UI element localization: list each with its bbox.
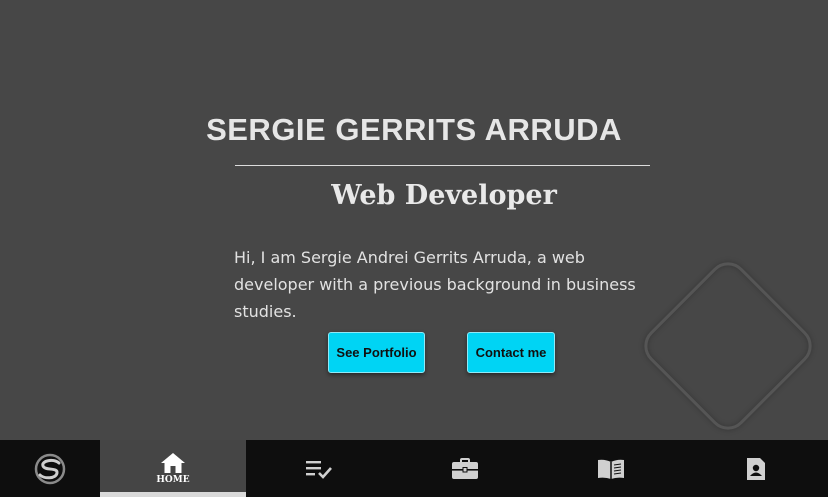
nav-item-home[interactable]: HOME xyxy=(100,440,246,497)
site-logo[interactable] xyxy=(0,440,100,497)
decorative-square xyxy=(636,254,820,438)
job-title: Web Developer xyxy=(331,180,557,211)
nav-item-portfolio[interactable] xyxy=(392,440,538,497)
book-icon xyxy=(596,458,626,480)
bottom-navbar: HOME xyxy=(0,440,828,497)
checklist-icon xyxy=(305,459,333,479)
nav-item-blog[interactable] xyxy=(538,440,684,497)
briefcase-icon xyxy=(451,457,479,480)
intro-text: Hi, I am Sergie Andrei Gerrits Arruda, a… xyxy=(234,248,636,321)
logo-icon xyxy=(34,453,66,484)
nav-item-contact[interactable] xyxy=(684,440,828,497)
hero-section: SERGIE GERRITS ARRUDA Web Developer Hi, … xyxy=(0,0,828,440)
page-title: SERGIE GERRITS ARRUDA xyxy=(206,112,622,147)
nav-label-home: HOME xyxy=(156,475,190,485)
contact-card-icon xyxy=(745,457,767,481)
contact-me-button[interactable]: Contact me xyxy=(467,332,555,373)
nav-item-skills[interactable] xyxy=(246,440,392,497)
see-portfolio-button[interactable]: See Portfolio xyxy=(328,332,425,373)
title-divider xyxy=(235,165,650,166)
home-icon xyxy=(160,452,186,474)
